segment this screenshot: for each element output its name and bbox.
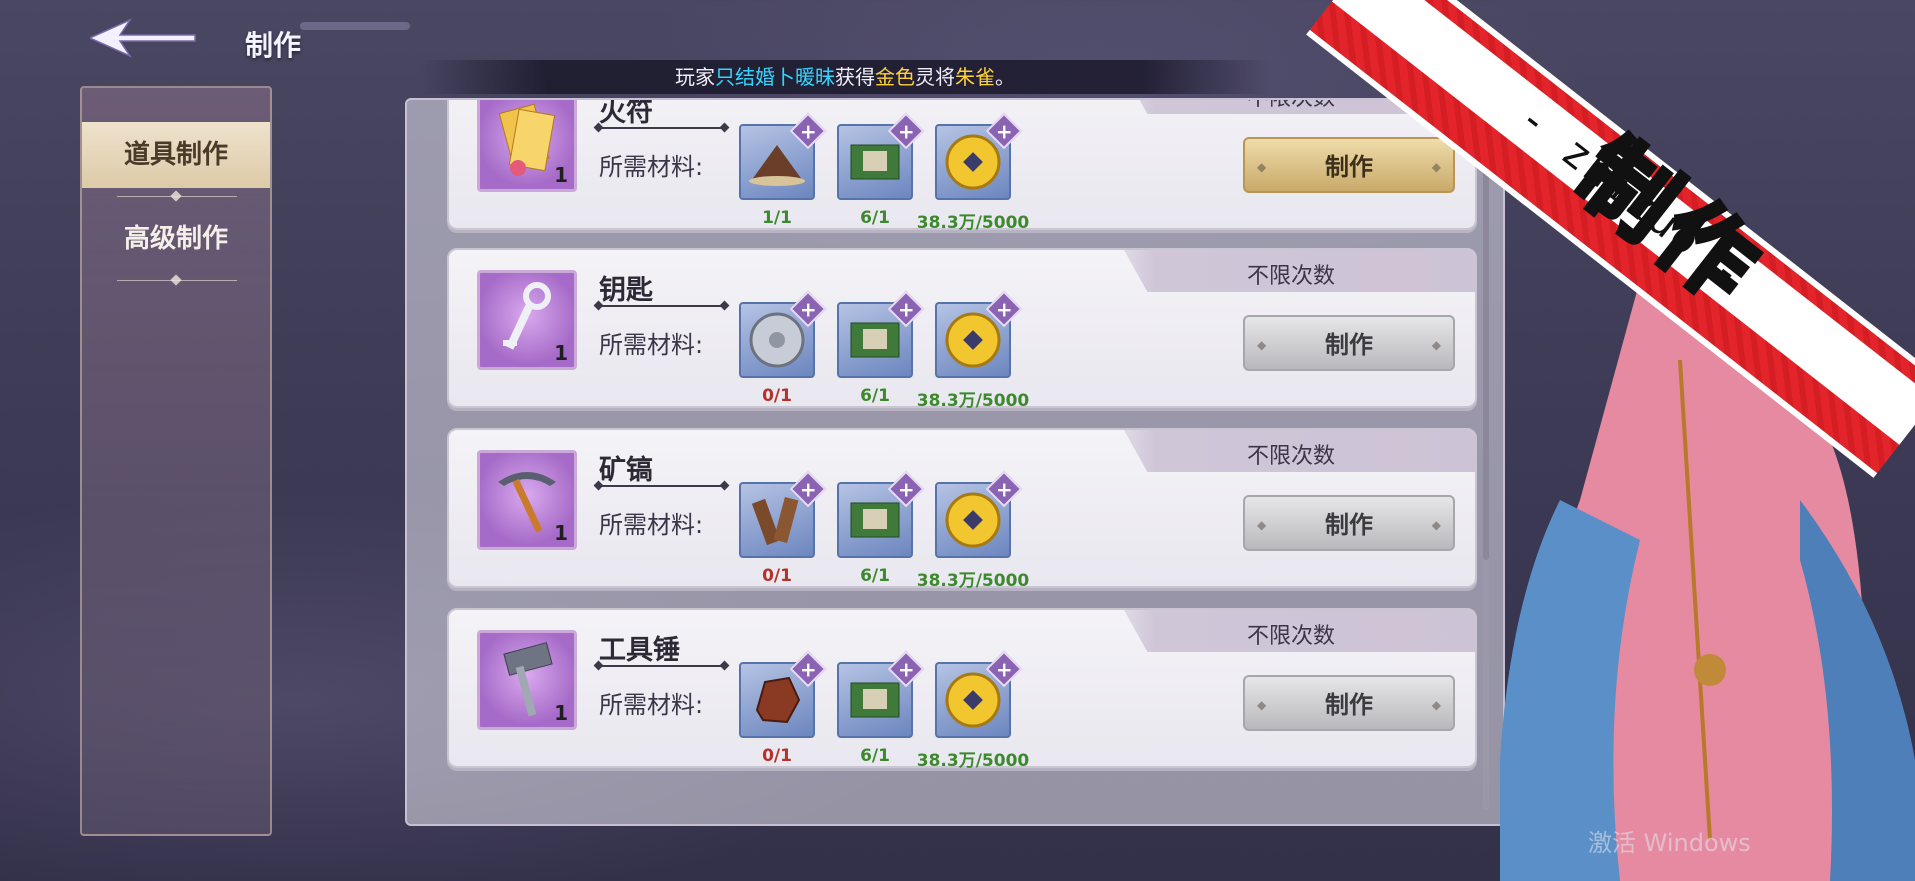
craft-button[interactable]: 制作 [1243,675,1455,733]
limit-text: 不限次数 [1246,624,1335,649]
marquee-text: 玩家 [675,65,715,89]
name-divider [599,305,724,307]
material-slot[interactable]: + [837,650,925,738]
marquee-text: 灵将 [915,65,955,89]
material-slot[interactable]: + [935,470,1023,558]
requirement-label: 所需材料: [599,511,704,539]
marquee-player-name: 只结婚卜暖昧 [715,65,835,89]
material-slot[interactable]: + [739,290,827,378]
nav-divider [117,196,237,197]
limit-text: 不限次数 [1246,264,1335,289]
scrollbar-thumb[interactable] [1483,130,1489,560]
scroll-map-icon [850,322,900,358]
recipe-name: 工具锤 [599,635,680,666]
material-slot[interactable]: + [837,290,925,378]
recipe-card: 不限次数 1 钥匙 所需材料: + 0/1 + + 6/1 + + [447,248,1477,411]
material-slot[interactable]: + [935,290,1023,378]
scroll-map-icon [850,682,900,718]
marquee-text: 。 [995,65,1015,89]
craft-button[interactable]: 制作 [1243,137,1455,195]
ore-rock-icon [755,676,801,724]
gold-coin-icon [945,312,1001,368]
scroll-map-icon [850,502,900,538]
back-arrow-icon [88,18,196,58]
material-slot[interactable]: + [739,112,827,200]
item-count: 1 [554,701,568,725]
recipe-name: 钥匙 [599,275,653,306]
requirement-label: 所需材料: [599,331,704,359]
name-divider [599,485,724,487]
material-slot[interactable]: + [739,650,827,738]
marquee-text: 获得 [835,65,875,89]
recipe-card: 不限次数 1 矿镐 所需材料: + 0/1 + + 6/1 + + [447,428,1477,591]
recipe-card: 不限次数 1 工具锤 所需材料: + 0/1 + + 6/1 + + [447,608,1477,771]
nav-item-item-craft[interactable]: 道具制作 [82,122,270,188]
scroll-map-icon [850,144,900,180]
craft-button[interactable]: 制作 [1243,495,1455,553]
name-divider [599,127,724,129]
limit-text: 不限次数 [1246,444,1335,469]
pickaxe-icon[interactable]: 1 [477,450,577,550]
fire-talisman-icon[interactable]: 1 [477,100,577,192]
wood-plank-icon [751,496,799,546]
fire-talisman-icon [498,103,556,176]
key-icon [503,282,551,350]
recipe-name: 矿镐 [599,455,653,486]
recipe-name: 火符 [599,98,653,128]
item-count: 1 [554,163,568,187]
nav-divider [117,280,237,281]
name-divider [599,665,724,667]
hammer-icon[interactable]: 1 [477,630,577,730]
gold-coin-icon [945,672,1001,728]
item-count: 1 [554,341,568,365]
marquee-reward: 朱雀 [955,65,995,89]
limit-text: 不限次数 [1246,98,1335,111]
key-icon[interactable]: 1 [477,270,577,370]
craft-button[interactable]: 制作 [1243,315,1455,373]
metal-disc-icon [749,312,805,368]
gold-coin-icon [945,492,1001,548]
material-count: 38.3万/5000 [916,213,1030,233]
nav-item-advanced-craft[interactable]: 高级制作 [82,206,270,272]
material-slot[interactable]: + [935,650,1023,738]
material-slot[interactable]: + [837,470,925,558]
powder-pile-icon [749,145,805,186]
page-title: 制作 [245,29,302,62]
os-activation-watermark: 激活 Windows [1588,830,1751,856]
requirement-label: 所需材料: [599,691,704,719]
material-count: 38.3万/5000 [916,391,1030,411]
title-decoration [300,22,410,30]
material-count: 38.3万/5000 [916,571,1030,591]
material-count: 38.3万/5000 [916,751,1030,771]
pickaxe-icon [498,472,556,533]
recipe-list-panel: 不限次数 1 火符 所需材料: + 1/1 + + 6/1 + [405,98,1505,826]
hammer-icon [503,642,553,717]
material-slot[interactable]: + [739,470,827,558]
gold-coin-icon [945,134,1001,190]
header: 制作 [60,8,410,68]
requirement-label: 所需材料: [599,153,704,181]
back-button[interactable] [88,18,200,58]
watermark-line1: 激活 Windows [1588,829,1751,857]
item-count: 1 [554,521,568,545]
recipe-card: 不限次数 1 火符 所需材料: + 1/1 + + 6/1 + [447,98,1477,233]
material-slot[interactable]: + [837,112,925,200]
broadcast-marquee: 玩家只结婚卜暖昧获得金色灵将朱雀。 [420,60,1270,94]
material-slot[interactable]: + [935,112,1023,200]
marquee-rarity: 金色 [875,65,915,89]
craft-category-panel: 道具制作 高级制作 [80,86,272,836]
scrollbar[interactable] [1483,130,1489,810]
